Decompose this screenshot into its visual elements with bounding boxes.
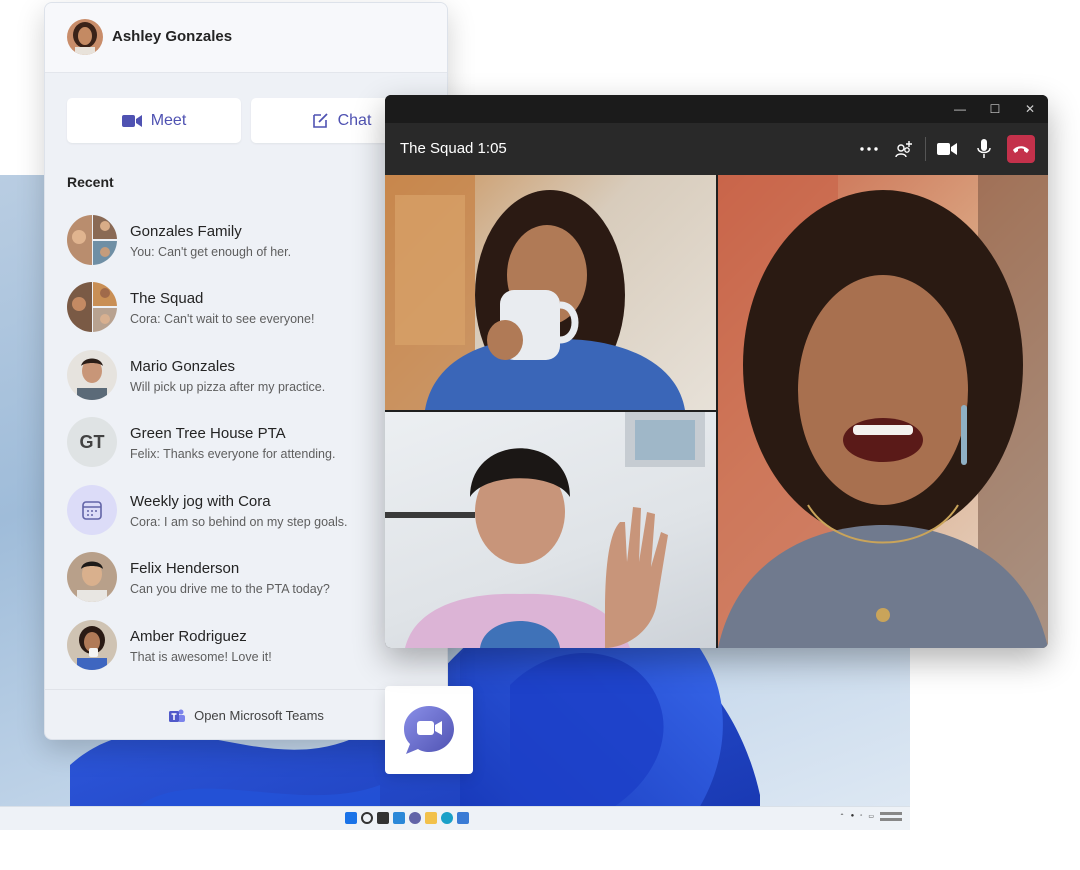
contact-photo bbox=[67, 350, 117, 400]
initials-avatar: GT bbox=[67, 417, 117, 467]
hang-up-icon bbox=[1013, 146, 1029, 153]
microphone-icon bbox=[977, 139, 991, 158]
chat-preview: Cora: Can't wait to see everyone! bbox=[130, 312, 315, 326]
chat-preview: Can you drive me to the PTA today? bbox=[130, 582, 330, 596]
system-tray: ⌃ ● ▫ ▭ bbox=[840, 811, 902, 821]
add-people-icon bbox=[895, 141, 912, 158]
start-icon[interactable] bbox=[345, 812, 357, 824]
meeting-avatar bbox=[67, 485, 117, 535]
clock[interactable] bbox=[880, 811, 902, 821]
calendar-icon bbox=[67, 485, 117, 535]
chat-title: The Squad bbox=[130, 290, 204, 307]
participant-video bbox=[385, 412, 705, 648]
avatar bbox=[67, 350, 117, 400]
teams-chat-icon bbox=[404, 706, 454, 754]
chat-label: Chat bbox=[337, 111, 372, 129]
contact-photo bbox=[67, 552, 117, 602]
task-view-icon[interactable] bbox=[377, 812, 389, 824]
clock-time-bar bbox=[880, 812, 902, 815]
avatar-initials: GT bbox=[67, 417, 117, 467]
participant-video-tile[interactable] bbox=[385, 175, 716, 410]
more-options-button[interactable] bbox=[855, 135, 883, 163]
chat-title: Amber Rodriguez bbox=[130, 628, 247, 645]
minimize-icon[interactable]: — bbox=[950, 100, 970, 118]
camera-button[interactable] bbox=[933, 135, 961, 163]
volume-icon[interactable]: ▫ bbox=[860, 813, 862, 819]
chevron-up-icon[interactable]: ⌃ bbox=[840, 813, 845, 820]
participant-video-tile[interactable] bbox=[385, 412, 716, 648]
teams-logo-icon bbox=[169, 709, 186, 722]
store-icon[interactable] bbox=[457, 812, 469, 824]
group-photo bbox=[67, 215, 117, 265]
edge-icon[interactable] bbox=[441, 812, 453, 824]
more-options-icon bbox=[860, 147, 878, 151]
meet-label: Meet bbox=[150, 111, 187, 129]
meet-button[interactable]: Meet bbox=[67, 98, 241, 143]
group-avatar bbox=[67, 215, 117, 265]
file-explorer-icon[interactable] bbox=[425, 812, 437, 824]
chat-title: Mario Gonzales bbox=[130, 358, 236, 375]
avatar[interactable] bbox=[67, 19, 103, 55]
wifi-icon[interactable]: ● bbox=[851, 813, 855, 819]
header-divider bbox=[925, 137, 926, 161]
battery-icon[interactable]: ▭ bbox=[868, 813, 874, 820]
profile-photo bbox=[67, 19, 103, 55]
contact-photo bbox=[67, 620, 117, 670]
hang-up-button[interactable] bbox=[1007, 135, 1035, 163]
mic-button[interactable] bbox=[970, 135, 998, 163]
compose-icon bbox=[312, 112, 328, 128]
group-avatar bbox=[67, 282, 117, 332]
taskbar: ⌃ ● ▫ ▭ bbox=[0, 806, 910, 830]
flyout-header: Ashley Gonzales bbox=[45, 3, 447, 73]
participant-video-tile[interactable] bbox=[718, 175, 1048, 648]
call-header: The Squad 1:05 bbox=[385, 123, 1048, 175]
chat-title: Gonzales Family bbox=[130, 223, 242, 240]
profile-name: Ashley Gonzales bbox=[112, 28, 233, 45]
open-teams-label: Open Microsoft Teams bbox=[194, 708, 324, 723]
chat-preview: That is awesome! Love it! bbox=[130, 650, 272, 664]
chat-preview: You: Can't get enough of her. bbox=[130, 245, 292, 259]
chat-preview: Will pick up pizza after my practice. bbox=[130, 380, 326, 394]
participant-video bbox=[385, 175, 685, 410]
close-icon[interactable]: ✕ bbox=[1020, 100, 1040, 118]
avatar bbox=[67, 620, 117, 670]
call-window: — ☐ ✕ The Squad 1:05 bbox=[385, 95, 1048, 648]
participant-video bbox=[718, 175, 1048, 648]
video-camera-icon bbox=[121, 114, 142, 127]
maximize-icon[interactable]: ☐ bbox=[985, 100, 1005, 118]
avatar bbox=[67, 552, 117, 602]
clock-date-bar bbox=[880, 818, 902, 821]
call-title: The Squad 1:05 bbox=[400, 140, 507, 157]
add-people-button[interactable] bbox=[890, 135, 918, 163]
video-camera-icon bbox=[937, 143, 957, 155]
chat-title: Green Tree House PTA bbox=[130, 425, 286, 442]
group-photo bbox=[67, 282, 117, 332]
window-titlebar: — ☐ ✕ bbox=[385, 95, 1048, 123]
teams-chat-launcher[interactable] bbox=[385, 686, 473, 774]
chat-title: Weekly jog with Cora bbox=[130, 493, 271, 510]
taskbar-app-icons bbox=[345, 812, 469, 824]
chat-preview: Cora: I am so behind on my step goals. bbox=[130, 515, 348, 529]
widgets-icon[interactable] bbox=[393, 812, 405, 824]
chat-title: Felix Henderson bbox=[130, 560, 240, 577]
search-icon[interactable] bbox=[361, 812, 373, 824]
recent-heading: Recent bbox=[67, 174, 114, 190]
chat-taskbar-icon[interactable] bbox=[409, 812, 421, 824]
chat-preview: Felix: Thanks everyone for attending. bbox=[130, 447, 336, 461]
